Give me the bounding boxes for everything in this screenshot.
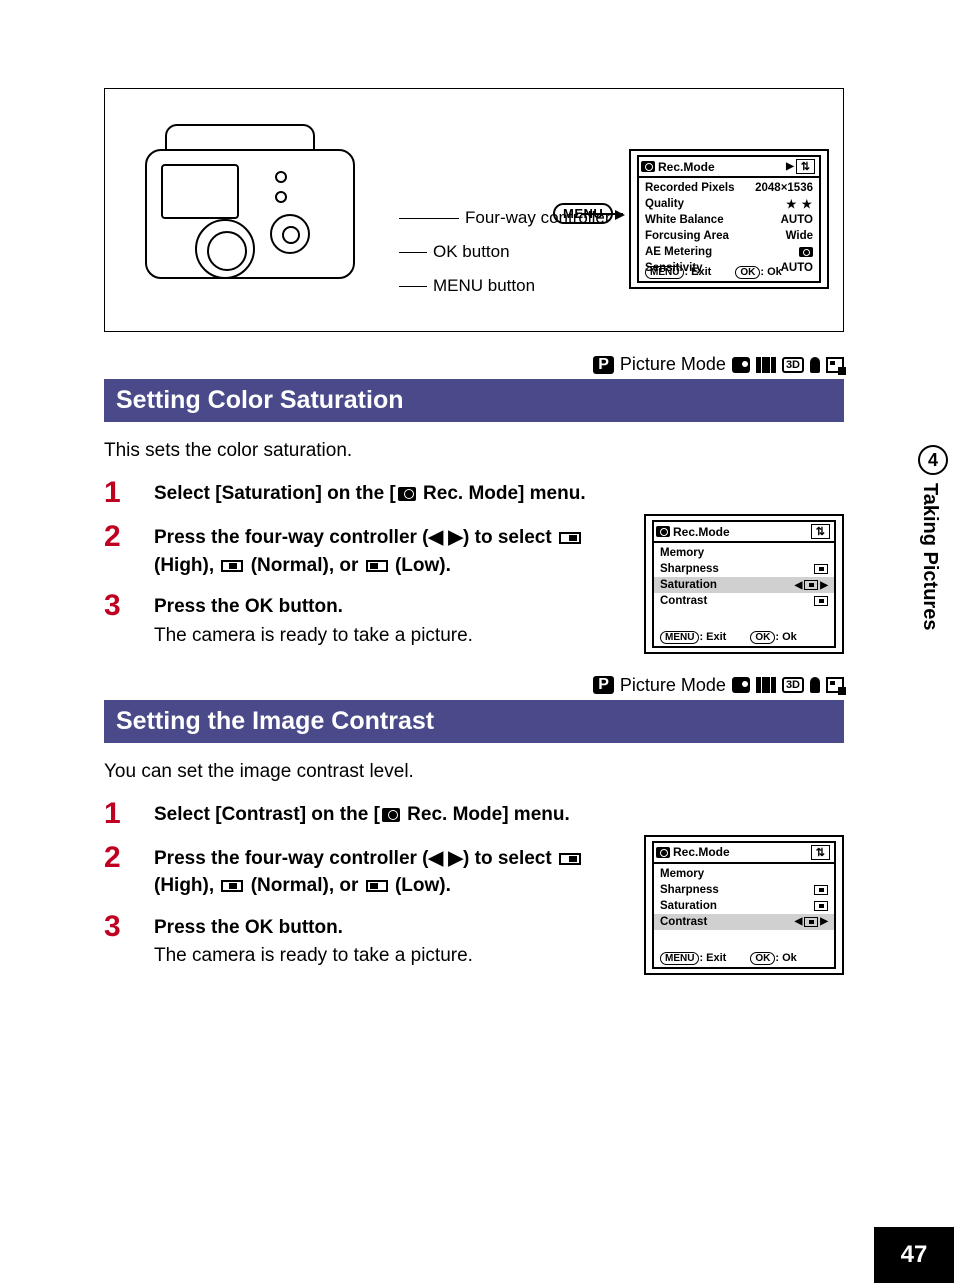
camera-icon bbox=[656, 847, 670, 858]
row-label: Quality bbox=[645, 198, 684, 210]
step-number: 2 bbox=[104, 841, 154, 900]
row-value: 2048×1536 bbox=[755, 182, 813, 194]
content-area: MENU Four-way controller OK button MENU … bbox=[104, 88, 844, 977]
row-label: White Balance bbox=[645, 214, 724, 226]
lcd-title: Rec.Mode bbox=[658, 160, 715, 174]
row-label: Forcusing Area bbox=[645, 230, 729, 242]
row-label: AE Metering bbox=[645, 246, 712, 258]
row-value: ★ ★ bbox=[786, 197, 813, 211]
row-label: Saturation bbox=[660, 900, 717, 912]
camera-icon bbox=[398, 487, 416, 501]
metering-icon bbox=[799, 247, 813, 257]
level-low-icon bbox=[366, 880, 388, 892]
page: 4 Taking Pictures 47 MENU Four-way contr… bbox=[0, 0, 954, 1283]
three-d-mode-icon: 3D bbox=[782, 357, 804, 373]
mode-label: Picture Mode bbox=[620, 354, 726, 375]
row-label: Sharpness bbox=[660, 884, 719, 896]
step-number: 1 bbox=[104, 797, 154, 831]
tab-indicator-icon: ⇅ bbox=[811, 524, 830, 539]
camera-illustration bbox=[125, 109, 425, 309]
level-low-icon bbox=[366, 560, 388, 572]
lcd-contrast: Rec.Mode ⇅ Memory Sharpness Saturation C… bbox=[644, 835, 844, 975]
step-number: 3 bbox=[104, 589, 154, 647]
menu-key-icon: MENU bbox=[645, 266, 684, 279]
steps-contrast: 1 Select [Contrast] on the [ Rec. Mode] … bbox=[104, 797, 844, 968]
voice-mode-icon bbox=[810, 357, 820, 373]
camera-icon bbox=[382, 808, 400, 822]
level-normal-icon bbox=[221, 880, 243, 892]
intro-text: You can set the image contrast level. bbox=[104, 761, 844, 783]
night-mode-icon bbox=[732, 677, 750, 693]
voice-mode-icon bbox=[810, 677, 820, 693]
movie-mode-icon bbox=[756, 677, 776, 693]
menu-key-icon: MENU bbox=[660, 952, 699, 965]
level-high-icon bbox=[559, 532, 581, 544]
row-label: Memory bbox=[660, 868, 704, 880]
row-label: Recorded Pixels bbox=[645, 182, 734, 194]
level-high-icon bbox=[559, 853, 581, 865]
row-value: AUTO bbox=[781, 214, 813, 226]
intro-text: This sets the color saturation. bbox=[104, 440, 844, 462]
label-menu-button: MENU button bbox=[433, 269, 535, 303]
steps-saturation: 1 Select [Saturation] on the [ Rec. Mode… bbox=[104, 476, 844, 647]
ok-key-icon: OK bbox=[750, 631, 775, 644]
step-number: 1 bbox=[104, 476, 154, 510]
step-number: 3 bbox=[104, 910, 154, 968]
row-label: Contrast bbox=[660, 916, 707, 928]
movie-mode-icon bbox=[756, 357, 776, 373]
ok-key-icon: OK bbox=[735, 266, 760, 279]
row-label: Sharpness bbox=[660, 563, 719, 575]
camera-icon bbox=[641, 161, 655, 172]
label-ok-button: OK button bbox=[433, 235, 510, 269]
page-number: 47 bbox=[874, 1227, 954, 1283]
night-mode-icon bbox=[732, 357, 750, 373]
camera-diagram-box: MENU Four-way controller OK button MENU … bbox=[104, 88, 844, 332]
row-label: Memory bbox=[660, 547, 704, 559]
ok-key-icon: OK bbox=[750, 952, 775, 965]
level-normal-icon bbox=[221, 560, 243, 572]
tab-indicator-icon: ⇅ bbox=[811, 845, 830, 860]
tab-indicator-icon: ⇅ bbox=[796, 159, 815, 174]
label-four-way: Four-way controller bbox=[465, 201, 611, 235]
mode-icons-row: P Picture Mode 3D bbox=[104, 675, 844, 696]
side-tab: 4 Taking Pictures bbox=[912, 445, 954, 630]
three-d-mode-icon: 3D bbox=[782, 677, 804, 693]
chapter-number: 4 bbox=[918, 445, 948, 475]
lcd-saturation: Rec.Mode ⇅ Memory Sharpness Saturation◀▶… bbox=[644, 514, 844, 654]
section-heading-saturation: Setting Color Saturation bbox=[104, 379, 844, 422]
diagram-labels: Four-way controller OK button MENU butto… bbox=[399, 201, 611, 303]
row-label: Contrast bbox=[660, 595, 707, 607]
filter-mode-icon bbox=[826, 677, 844, 693]
camera-icon bbox=[656, 526, 670, 537]
mode-label: Picture Mode bbox=[620, 675, 726, 696]
step-number: 2 bbox=[104, 520, 154, 579]
chapter-title: Taking Pictures bbox=[918, 483, 941, 630]
p-mode-icon: P bbox=[593, 676, 614, 694]
menu-key-icon: MENU bbox=[660, 631, 699, 644]
section-heading-contrast: Setting the Image Contrast bbox=[104, 700, 844, 743]
row-label: Saturation bbox=[660, 579, 717, 591]
row-value: Wide bbox=[786, 230, 813, 242]
mode-icons-row: P Picture Mode 3D bbox=[104, 354, 844, 375]
filter-mode-icon bbox=[826, 357, 844, 373]
lcd-rec-mode-main: Rec.Mode ▶⇅ Recorded Pixels2048×1536 Qua… bbox=[629, 149, 829, 289]
p-mode-icon: P bbox=[593, 356, 614, 374]
